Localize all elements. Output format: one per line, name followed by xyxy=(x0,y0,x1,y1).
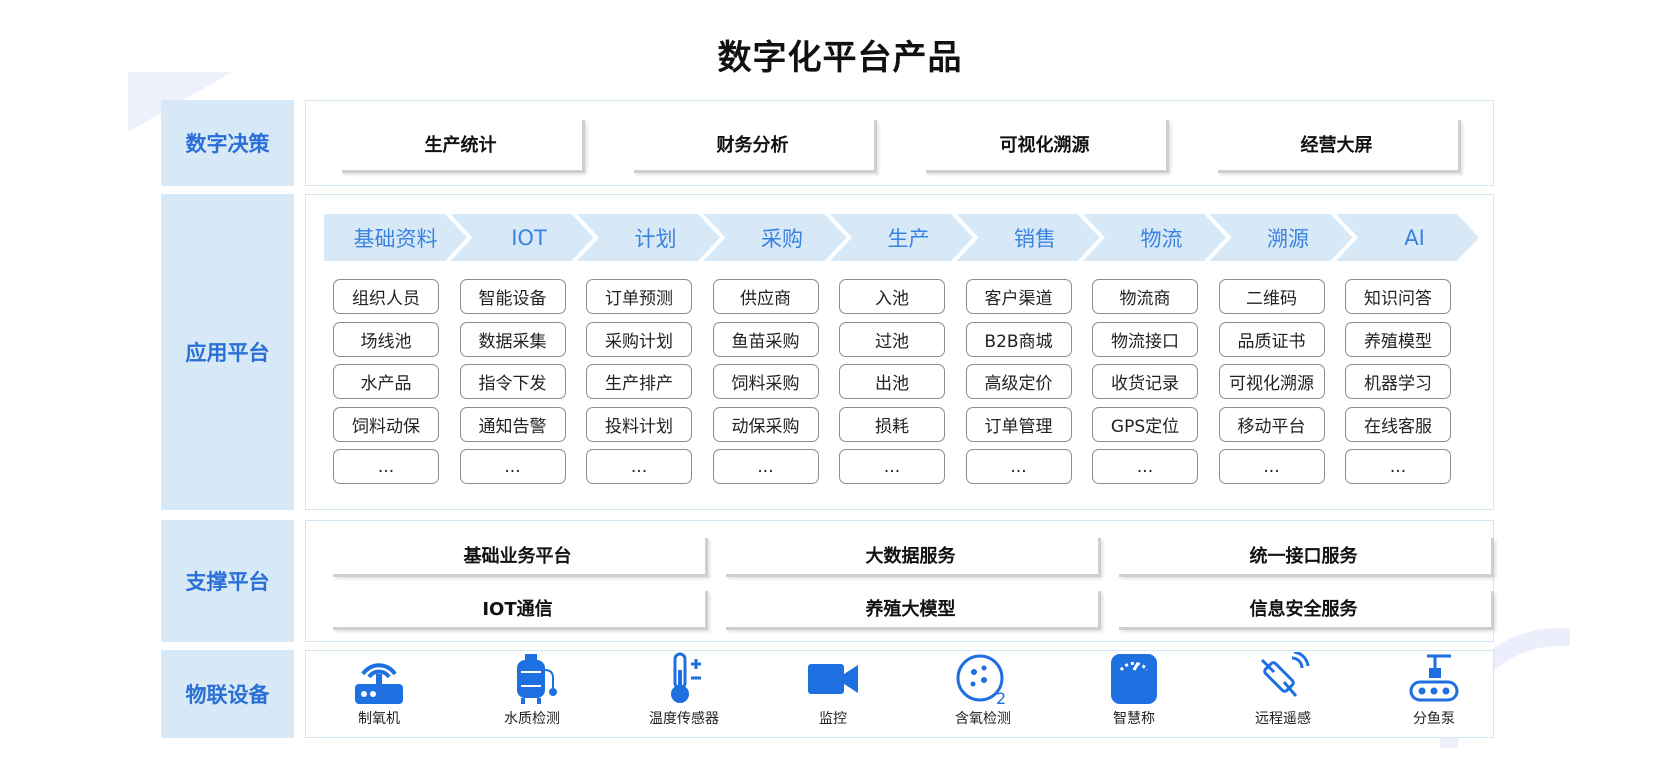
module-item: 订单预测 xyxy=(586,279,692,314)
fish-pump-icon xyxy=(1409,654,1459,702)
module-item: 二维码 xyxy=(1218,279,1325,314)
module-item: 机器学习 xyxy=(1345,364,1451,399)
module-item: ... xyxy=(1218,449,1325,484)
decision-panel: 生产统计 财务分析 可视化溯源 经营大屏 xyxy=(305,100,1494,186)
module-item: ... xyxy=(586,449,692,484)
device-item: 水质检测 xyxy=(477,652,587,730)
module-item: 在线客服 xyxy=(1345,406,1451,442)
module-item: 移动平台 xyxy=(1218,406,1325,442)
device-label: 温度传感器 xyxy=(649,711,719,727)
device-label: 制氧机 xyxy=(358,711,400,727)
module-item: 通知告警 xyxy=(459,406,566,442)
support-card-1: 基础业务平台 xyxy=(330,535,705,574)
module-item: 养殖模型 xyxy=(1345,321,1451,357)
video-camera-icon xyxy=(808,664,858,694)
page-title: 数字化平台产品 xyxy=(717,38,963,78)
scale-icon xyxy=(1111,654,1157,704)
module-item: 订单管理 xyxy=(965,406,1072,442)
support-card-3: 统一接口服务 xyxy=(1116,535,1491,574)
support-panel: 基础业务平台 大数据服务 统一接口服务 IOT通信 养殖大模型 信息安全服务 xyxy=(305,520,1494,642)
module-item: ... xyxy=(333,449,439,484)
device-label: 水质检测 xyxy=(504,711,560,727)
module-item: 收货记录 xyxy=(1092,364,1198,399)
module-item: 知识问答 xyxy=(1345,279,1451,314)
module-item: 场线池 xyxy=(333,321,439,357)
module-item: ... xyxy=(712,449,819,484)
module-item: ... xyxy=(965,449,1072,484)
module-item: 数据采集 xyxy=(459,321,566,357)
module-item: ... xyxy=(459,449,566,484)
stage-header: 基础资料 xyxy=(324,214,467,261)
layer-label-application: 应用平台 xyxy=(161,194,294,510)
water-tank-icon xyxy=(517,654,557,704)
module-item: B2B商城 xyxy=(965,321,1072,357)
module-item: ... xyxy=(1345,449,1451,484)
oxygen-sensor-icon: 2 xyxy=(956,654,1006,706)
device-item: 远程遥感 xyxy=(1228,652,1338,730)
module-item: 智能设备 xyxy=(459,279,566,314)
module-item: 入池 xyxy=(839,279,945,314)
layer-label-decision: 数字决策 xyxy=(161,100,294,186)
module-item: 动保采购 xyxy=(712,406,819,442)
router-icon xyxy=(355,663,403,704)
device-item: 温度传感器 xyxy=(629,652,739,730)
device-label: 监控 xyxy=(819,711,847,727)
module-item: 鱼苗采购 xyxy=(712,321,819,357)
svg-text:2: 2 xyxy=(996,689,1006,706)
module-item: 可视化溯源 xyxy=(1218,364,1325,399)
device-item: 智慧称 xyxy=(1079,652,1189,730)
device-item: 监控 xyxy=(778,652,888,730)
module-item: 高级定价 xyxy=(965,364,1072,399)
module-item: 品质证书 xyxy=(1218,321,1325,357)
support-card-4: IOT通信 xyxy=(330,588,705,627)
module-item: GPS定位 xyxy=(1092,406,1198,442)
module-item: 出池 xyxy=(839,364,945,399)
support-card-2: 大数据服务 xyxy=(723,535,1098,574)
module-item: 投料计划 xyxy=(586,406,692,442)
decision-card-2: 财务分析 xyxy=(631,117,874,170)
device-label: 智慧称 xyxy=(1113,711,1155,727)
module-item: 损耗 xyxy=(839,406,945,442)
module-item: 客户渠道 xyxy=(965,279,1072,314)
layer-label-iot: 物联设备 xyxy=(161,650,294,738)
module-item: 采购计划 xyxy=(586,321,692,357)
device-label: 含氧检测 xyxy=(955,711,1011,727)
support-card-5: 养殖大模型 xyxy=(723,588,1098,627)
decision-card-3: 可视化溯源 xyxy=(923,117,1166,170)
module-item: ... xyxy=(1092,449,1198,484)
decision-card-1: 生产统计 xyxy=(339,117,582,170)
module-item: 水产品 xyxy=(333,364,439,399)
module-item: 过池 xyxy=(839,321,945,357)
decision-card-4: 经营大屏 xyxy=(1215,117,1458,170)
device-item: 2 含氧检测 xyxy=(928,652,1038,730)
device-label: 分鱼泵 xyxy=(1413,711,1455,727)
module-item: 指令下发 xyxy=(459,364,566,399)
module-item: 物流接口 xyxy=(1092,321,1198,357)
support-card-6: 信息安全服务 xyxy=(1116,588,1491,627)
satellite-icon xyxy=(1260,652,1310,697)
thermometer-icon xyxy=(671,652,701,703)
module-item: 饲料采购 xyxy=(712,364,819,399)
module-item: 生产排产 xyxy=(586,364,692,399)
module-item: 组织人员 xyxy=(333,279,439,314)
module-item: 物流商 xyxy=(1092,279,1198,314)
device-label: 远程遥感 xyxy=(1255,711,1311,727)
module-item: ... xyxy=(839,449,945,484)
module-item: 饲料动保 xyxy=(333,406,439,442)
device-item: 分鱼泵 xyxy=(1379,652,1489,730)
layer-label-support: 支撑平台 xyxy=(161,520,294,642)
device-item: 制氧机 xyxy=(324,652,434,730)
module-item: 供应商 xyxy=(712,279,819,314)
